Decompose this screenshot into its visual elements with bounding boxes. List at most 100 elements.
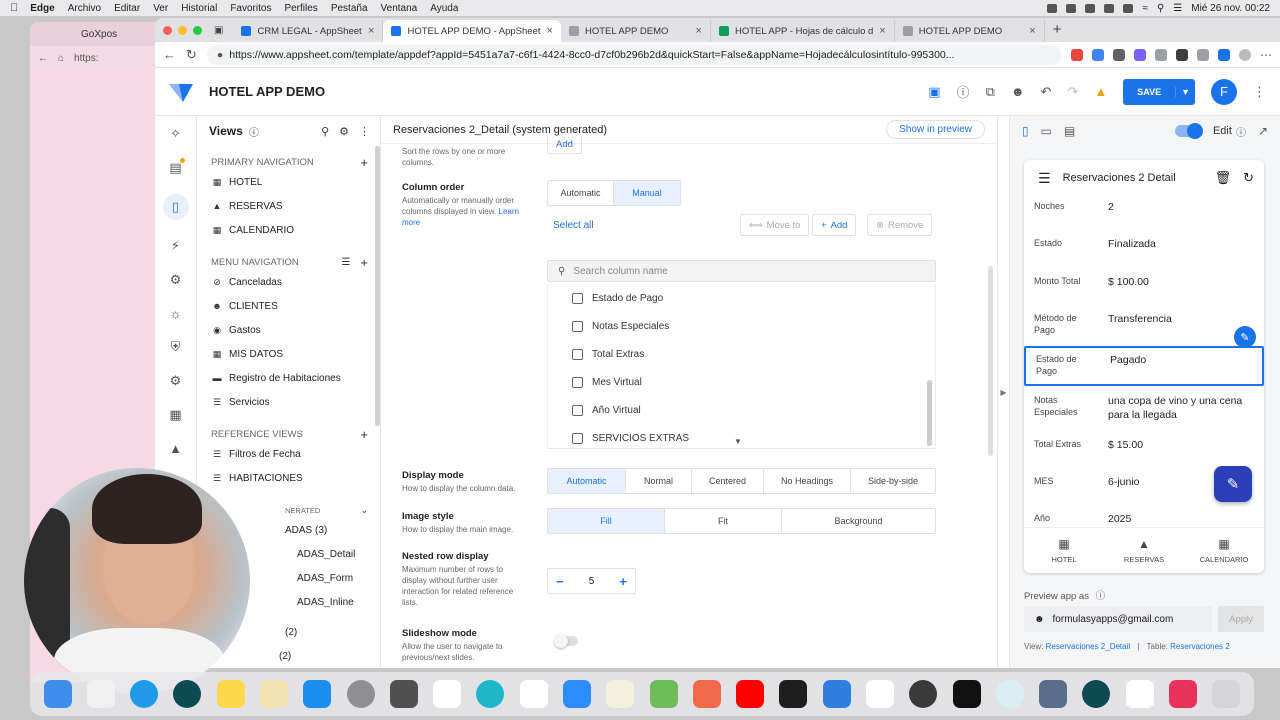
info-icon[interactable]: ⓘ (249, 124, 259, 139)
browser-tab-sheets[interactable]: HOTEL APP - Hojas de cálculo d × (711, 20, 895, 42)
intelligence-icon[interactable]: ☼ (170, 306, 182, 321)
menu-ver[interactable]: Ver (153, 3, 168, 14)
menu-archivo[interactable]: Archivo (68, 3, 101, 14)
home-icon[interactable]: ⌂ (58, 53, 64, 64)
nav-item-reservas[interactable]: ▲ RESERVAS (1104, 528, 1184, 573)
app-icon[interactable] (995, 680, 1024, 708)
views-scrollbar[interactable] (375, 146, 380, 426)
settings-gear-icon[interactable]: ⚙ (170, 373, 182, 389)
google-drive-icon[interactable] (865, 680, 894, 708)
learn-icon[interactable]: ▲ (169, 441, 182, 456)
image-style-fit[interactable]: Fit (665, 509, 782, 533)
checkbox[interactable] (572, 376, 583, 388)
extension-icon[interactable] (1197, 48, 1209, 61)
display-mode-side-by-side[interactable]: Side-by-side (851, 469, 935, 493)
app-icon[interactable] (909, 680, 938, 708)
add-view-button[interactable]: + (360, 255, 368, 270)
app-icon[interactable] (1082, 680, 1111, 708)
column-item[interactable]: Mes Virtual (548, 368, 935, 396)
column-order-automatic[interactable]: Automatic (548, 181, 614, 205)
menubar-clock[interactable]: Mié 26 nov. 00:22 (1191, 3, 1270, 14)
remove-column-button[interactable]: ⊗ Remove (867, 214, 933, 236)
menu-edge[interactable]: Edge (30, 3, 54, 14)
more-vert-icon[interactable]: ⋮ (1253, 84, 1266, 100)
close-window-icon[interactable] (163, 25, 172, 35)
tour-icon[interactable]: ✧ (170, 126, 181, 142)
menu-editar[interactable]: Editar (114, 3, 140, 14)
display-mode-centered[interactable]: Centered (692, 469, 764, 493)
calculator-icon[interactable] (389, 680, 418, 708)
footer-table-link[interactable]: Reservaciones 2 (1170, 642, 1230, 651)
apply-button[interactable]: Apply (1218, 606, 1264, 632)
info-icon[interactable]: ⓘ (1236, 124, 1246, 139)
gemini-icon[interactable] (519, 680, 548, 708)
preview-icon[interactable]: ▣ (928, 84, 940, 100)
launchpad-icon[interactable] (86, 680, 115, 708)
detail-field[interactable]: Noches 2 (1024, 200, 1264, 214)
column-list-scrollbar[interactable] (927, 380, 932, 446)
detail-field[interactable]: Monto Total $ 100.00 (1024, 275, 1264, 289)
detail-field[interactable]: Total Extras $ 15.00 (1024, 438, 1264, 452)
checkbox[interactable] (572, 320, 583, 332)
avatar[interactable]: F (1211, 78, 1237, 105)
hamburger-menu-icon[interactable]: ☰ (1038, 170, 1051, 187)
notion-icon[interactable] (1125, 680, 1154, 708)
view-item-servicios[interactable]: ☰ Servicios (197, 390, 380, 414)
info-icon[interactable]: ⓘ (1096, 591, 1106, 602)
browser-tab-hotel-demo-2[interactable]: HOTEL APP DEMO × (895, 20, 1045, 42)
column-order-manual[interactable]: Manual (614, 181, 680, 205)
display-mode-no-headings[interactable]: No Headings (764, 469, 851, 493)
chat-bot-icon[interactable]: ⚙ (170, 272, 182, 288)
checkbox[interactable] (572, 292, 583, 304)
chatgpt-icon[interactable] (433, 680, 462, 708)
extension-icon[interactable] (1113, 48, 1125, 61)
app-icon[interactable] (822, 680, 851, 708)
extension-icon[interactable] (1134, 48, 1146, 61)
checkbox[interactable] (572, 432, 583, 444)
add-sort-button[interactable]: Add (547, 136, 582, 154)
close-tab-icon[interactable]: × (547, 25, 553, 37)
back-arrow-icon[interactable]: ← (163, 47, 176, 62)
phone-device-icon[interactable]: ▯ (1022, 124, 1029, 138)
monitor-icon[interactable]: ▦ (169, 407, 181, 423)
extension-icon[interactable] (1155, 48, 1167, 61)
search-icon[interactable]: ⚲ (321, 125, 329, 138)
view-item-mis-datos[interactable]: ▦ MIS DATOS (197, 342, 380, 366)
url-field[interactable]: ● https://www.appsheet.com/template/appd… (206, 44, 1061, 65)
wifi-icon[interactable]: ≈ (1142, 3, 1148, 14)
display-mode-automatic[interactable]: Automatic (548, 469, 626, 493)
undo-icon[interactable]: ↶ (1041, 84, 1052, 100)
security-shield-icon[interactable]: ⛨ (171, 339, 181, 355)
help-icon[interactable]: ⓘ (957, 82, 970, 101)
status-icon[interactable] (1047, 3, 1058, 13)
back-arrow-icon[interactable]: ← (38, 53, 48, 64)
select-all-button[interactable]: Select all (553, 220, 594, 231)
trash-icon[interactable] (1212, 680, 1241, 708)
detail-field[interactable]: Estado Finalizada (1024, 237, 1264, 251)
menu-ayuda[interactable]: Ayuda (430, 3, 458, 14)
close-tab-icon[interactable]: × (368, 25, 374, 37)
capcut-icon[interactable] (952, 680, 981, 708)
browser-tab-hotel-appsheet[interactable]: HOTEL APP DEMO - AppSheet × (383, 20, 561, 42)
sync-icon[interactable]: ↻ (1243, 170, 1254, 186)
column-item[interactable]: Total Extras (548, 340, 935, 368)
decrement-button[interactable]: − (556, 574, 564, 589)
more-menu-icon[interactable]: ⋯ (1260, 48, 1272, 62)
status-icon[interactable] (1085, 3, 1096, 13)
nav-item-calendario[interactable]: ▦ CALENDARIO (1184, 528, 1264, 573)
view-item-clientes[interactable]: ☻ CLIENTES (197, 294, 380, 318)
notes-icon[interactable] (216, 680, 245, 708)
chevron-down-icon[interactable]: ▼ (1175, 86, 1195, 97)
save-button[interactable]: SAVE ▼ (1123, 78, 1195, 105)
browser-tab-hotel-demo[interactable]: HOTEL APP DEMO × (561, 20, 711, 42)
edit-mode-toggle[interactable] (1174, 123, 1203, 139)
minimize-window-icon[interactable] (178, 25, 187, 35)
scroll-down-icon[interactable]: ▼ (734, 437, 742, 446)
view-item-reservas[interactable]: ▲ RESERVAS (197, 194, 380, 218)
canva-icon[interactable] (476, 680, 505, 708)
views-icon[interactable]: ▯ (162, 194, 189, 220)
nav-item-hotel[interactable]: ▦ HOTEL (1024, 528, 1104, 573)
more-vert-icon[interactable]: ⋮ (359, 125, 370, 138)
slideshow-mode-toggle[interactable] (554, 634, 578, 648)
browser-tab-crm[interactable]: CRM LEGAL - AppSheet × (233, 20, 384, 42)
